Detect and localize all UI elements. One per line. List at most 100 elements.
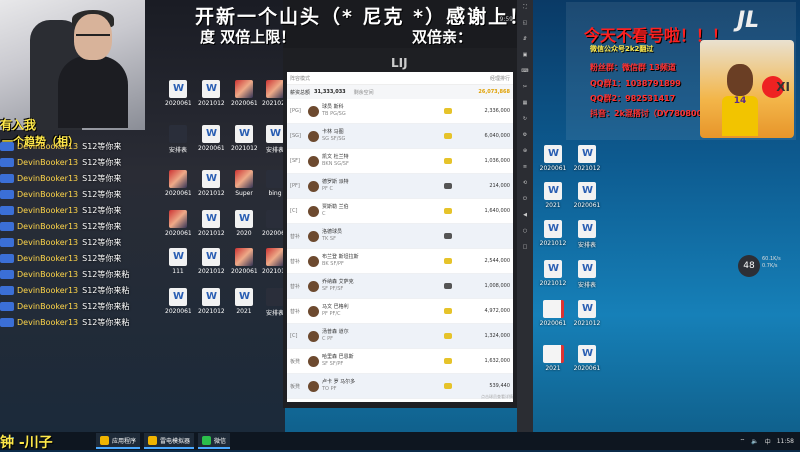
desktop-file-icon[interactable]: 2020 [231, 210, 257, 237]
player-row[interactable]: [C] 汤普森 道尔 C PF 1,324,000 [287, 324, 513, 349]
desktop-file-icon[interactable]: 安排表 [572, 220, 602, 249]
emulator-tool-button[interactable]: ◱ [519, 20, 531, 32]
desktop-file-icon[interactable]: 2021012 [572, 145, 602, 172]
player-row[interactable]: 替补 马文 巴格利 PF PF/C 4,972,000 [287, 299, 513, 324]
desktop-file-icon[interactable]: 2021012 [198, 288, 224, 315]
taskbar-app-button[interactable]: 应用程序 [96, 433, 141, 449]
desktop-file-icon[interactable]: 2021 [538, 345, 568, 372]
desktop-file-icon[interactable]: 2021012 [231, 125, 257, 152]
file-label: 2021012 [573, 165, 601, 172]
desktop-file-icon[interactable]: Super [231, 170, 257, 197]
volume-icon[interactable]: 🔈 [751, 438, 758, 445]
player-row[interactable]: [C] 贾斯勒 兰伯 C 1,640,000 [287, 199, 513, 224]
emulator-tool-button[interactable]: □ [519, 244, 531, 256]
emulator-tool-button[interactable]: ○ [519, 228, 531, 240]
chat-text: S12等你来粘 [82, 286, 130, 295]
lineup-sheet[interactable]: 阵容模式 经理排行 薪资总额 31,333,033 剩余空间 26,073,86… [287, 72, 513, 402]
word-file-icon [544, 145, 562, 163]
player-team: SG SF/SG [322, 136, 346, 142]
player-avatar [308, 355, 319, 367]
desktop-file-icon[interactable]: 2021012 [538, 220, 568, 247]
emulator-tool-button[interactable]: ↻ [519, 116, 531, 128]
android-emulator-window[interactable]: 9:59 LIJ 阵容模式 经理排行 薪资总额 31,333,033 剩余空间 … [283, 0, 517, 408]
emulator-tool-button[interactable]: ✂ [519, 84, 531, 96]
performance-gauge[interactable]: 48 [738, 255, 760, 277]
player-position: 替补 [290, 308, 301, 315]
player-row[interactable]: [SF] 凯文 杜兰特 BKN SG/SF 1,036,000 [287, 149, 513, 174]
salary-label: 薪资总额 [290, 89, 311, 96]
desktop-file-icon[interactable]: 2021012 [198, 210, 224, 237]
player-row[interactable]: [PG] 球员 斯科 TB PG/SG 2,336,000 [287, 99, 513, 124]
desktop-file-icon[interactable]: 2021012 [198, 170, 224, 197]
emulator-tool-button[interactable]: ⊕ [519, 148, 531, 160]
status-badge-icon [444, 383, 452, 389]
player-row[interactable]: [PF] 德罗斯 派特 PF C 214,000 [287, 174, 513, 199]
word-file-icon [235, 125, 253, 143]
player-row[interactable]: 替补 乔纳森 艾萨克 SF PF/SF 1,008,000 [287, 274, 513, 299]
desktop-file-icon[interactable]: 2020061 [165, 80, 191, 107]
desktop-file-icon[interactable]: 2020061 [165, 288, 191, 315]
desktop-file-icon[interactable]: 2020061 [538, 300, 568, 327]
lineup-mode-tab[interactable]: 阵容模式 [290, 75, 310, 82]
desktop-file-icon[interactable]: 2020061 [198, 125, 224, 152]
player-avatar [308, 280, 319, 292]
file-label: 2021012 [198, 268, 224, 275]
file-label: 2020061 [165, 230, 191, 237]
desktop-file-icon[interactable]: 2021 [231, 288, 257, 315]
player-list: [PG] 球员 斯科 TB PG/SG 2,336,000 [SG] 卡林 马图 SG SF… [287, 99, 513, 399]
player-position: 替补 [290, 258, 301, 265]
player-row[interactable]: 板凳 哈里森 巴恩斯 SF SF/PF 1,632,000 [287, 349, 513, 374]
desktop-file-icon[interactable]: 安排表 [165, 125, 191, 154]
img-file-icon [169, 210, 187, 228]
emulator-tool-button[interactable]: ⏻ [519, 196, 531, 208]
desktop-file-icon[interactable]: 2020061 [165, 170, 191, 197]
desktop-file-icon[interactable]: 2021012 [198, 248, 224, 275]
desktop-file-icon[interactable]: 2020061 [572, 345, 602, 372]
player-name: 球员 斯科 [322, 104, 344, 110]
desktop-file-icon[interactable]: 2020061 [165, 210, 191, 237]
emulator-tool-button[interactable]: ≡ [519, 164, 531, 176]
desktop-file-icon[interactable]: 2020061 [538, 145, 568, 172]
chat-username: DevinBooker13 [17, 190, 79, 199]
dark-file-icon [266, 170, 284, 188]
desktop-file-icon[interactable]: 2021012 [572, 300, 602, 327]
emulator-tool-button[interactable]: ⚙ [519, 132, 531, 144]
manager-rank-link[interactable]: 经理排行 [490, 75, 510, 82]
chat-text: S12等你来 [82, 158, 122, 167]
desktop-file-icon[interactable]: 2021012 [198, 80, 224, 107]
desktop-file-icon[interactable]: 2020061 [231, 80, 257, 107]
player-position: [C] [290, 333, 298, 339]
emulator-tool-button[interactable]: ⟲ [519, 180, 531, 192]
chat-username: DevinBooker13 [17, 222, 79, 231]
emulator-tool-button[interactable]: ⛶ [519, 4, 531, 16]
fan-badge-icon [0, 206, 14, 215]
desktop-file-icon[interactable]: 安排表 [572, 260, 602, 289]
emulator-tool-button[interactable]: ▦ [519, 100, 531, 112]
input-language[interactable]: 中 [765, 437, 771, 446]
player-team: BK SF/PF [322, 261, 344, 267]
player-salary: 6,040,000 [484, 133, 510, 139]
player-row[interactable]: 替补 布兰登 斯坦拉斯 BK SF/PF 2,544,000 [287, 249, 513, 274]
desktop-file-icon[interactable]: 2020061 [572, 182, 602, 209]
emulator-tool-button[interactable]: ⇵ [519, 36, 531, 48]
taskbar-app-button[interactable]: 微信 [198, 433, 231, 449]
app-icon [202, 435, 212, 445]
emulator-tool-button[interactable]: ◀ [519, 212, 531, 224]
player-row[interactable]: [SG] 卡林 马图 SG SF/SG 6,040,000 [287, 124, 513, 149]
emulator-tool-button[interactable]: ▣ [519, 52, 531, 64]
file-label: 2021 [545, 365, 561, 372]
desktop-file-icon[interactable]: 111 [165, 248, 191, 275]
system-tray: ⌔ 🔈 中 11:58 [734, 437, 800, 446]
player-position: [SF] [290, 158, 300, 164]
desktop-file-icon[interactable]: 2020061 [231, 248, 257, 275]
wifi-icon[interactable]: ⌔ [740, 437, 746, 445]
file-label: 2020 [236, 230, 252, 237]
clock[interactable]: 11:58 [777, 438, 794, 445]
desktop-file-icon[interactable]: 2021 [538, 182, 568, 209]
emulator-tool-button[interactable]: ⌨ [519, 68, 531, 80]
taskbar-app-button[interactable]: 雷电模拟器 [144, 433, 195, 449]
chat-text: S12等你来 [82, 206, 122, 215]
player-row[interactable]: 替补 洛德球员 TK SF [287, 224, 513, 249]
desktop-file-icon[interactable]: 2021012 [538, 260, 568, 287]
word-file-icon [235, 288, 253, 306]
